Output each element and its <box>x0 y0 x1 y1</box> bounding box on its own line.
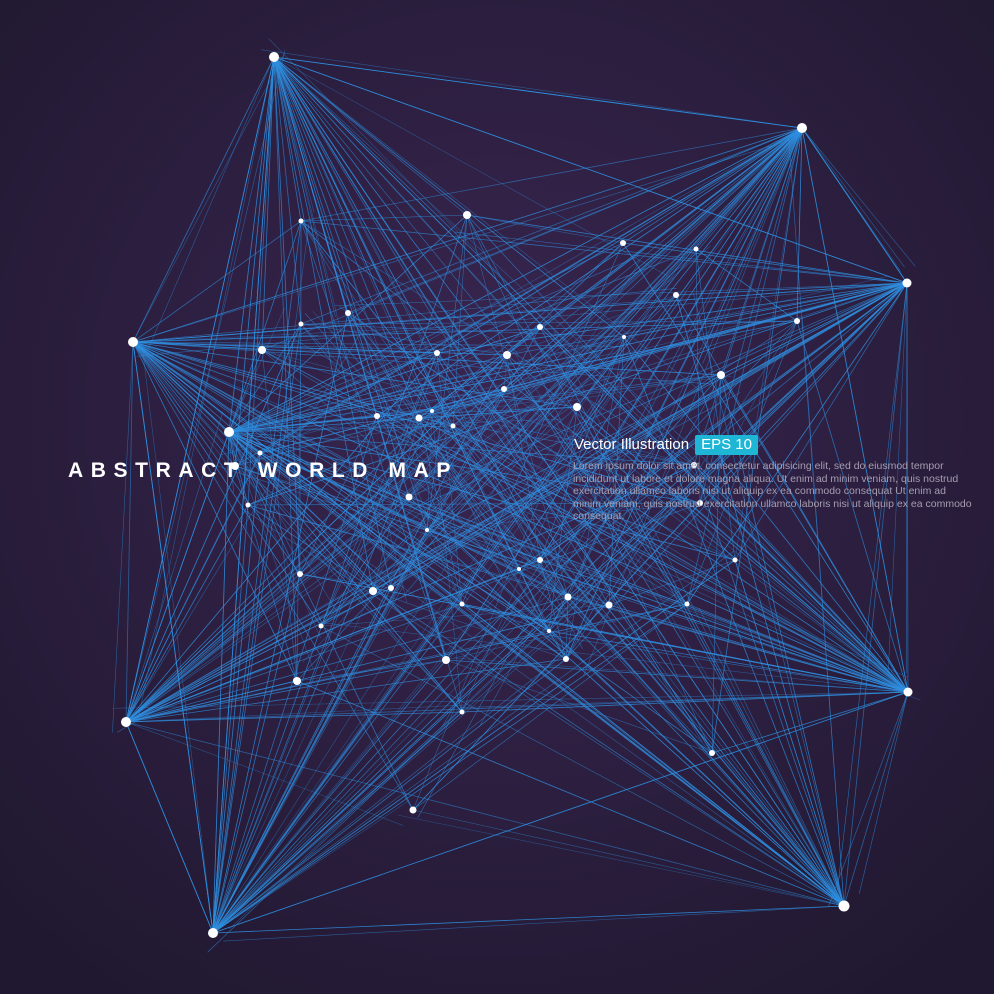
eps-badge: EPS 10 <box>695 435 758 455</box>
network-node <box>684 601 690 607</box>
network-node <box>388 585 394 591</box>
hub-node <box>224 427 234 437</box>
hub-node <box>902 278 912 288</box>
network-node <box>245 502 251 508</box>
network-node <box>794 318 800 324</box>
network-node <box>450 423 456 429</box>
network-node <box>620 240 626 246</box>
network-node <box>564 593 572 601</box>
network-node <box>732 557 738 563</box>
network-node <box>298 218 304 224</box>
network-node <box>258 346 266 354</box>
body-text: Lorem ipsum dolor sit amet, consectetur … <box>573 460 972 523</box>
network-node <box>415 414 423 422</box>
network-node <box>369 587 377 595</box>
hub-node <box>128 337 138 347</box>
network-node <box>605 601 613 609</box>
network-node <box>463 211 471 219</box>
network-node <box>434 350 440 356</box>
network-node <box>257 450 263 456</box>
hub-node <box>797 123 807 133</box>
network-node <box>409 806 417 814</box>
network-node <box>318 623 324 629</box>
network-node <box>345 310 351 316</box>
network-node <box>717 371 725 379</box>
hub-node <box>903 687 913 697</box>
hub-node <box>121 717 131 727</box>
network-node <box>459 709 465 715</box>
network-node <box>430 409 434 413</box>
network-node <box>547 629 551 633</box>
network-node <box>537 557 543 563</box>
network-node <box>503 351 511 359</box>
network-node <box>673 292 679 298</box>
network-node <box>693 246 699 252</box>
network-node <box>573 403 581 411</box>
subtitle-row: Vector Illustration EPS 10 <box>574 433 758 457</box>
main-title: ABSTRACT WORLD MAP <box>68 459 458 482</box>
network-node <box>442 656 450 664</box>
network-node <box>622 335 626 339</box>
hub-node <box>208 928 218 938</box>
network-node <box>709 750 715 756</box>
hub-node <box>838 900 850 912</box>
network-node <box>537 324 543 330</box>
hub-node <box>269 52 279 62</box>
network-node <box>563 656 569 662</box>
network-node <box>459 601 465 607</box>
network-node <box>517 567 521 571</box>
network-node <box>501 386 507 392</box>
network-node <box>297 571 303 577</box>
network-node <box>405 493 413 501</box>
network-node <box>293 677 301 685</box>
subtitle: Vector Illustration <box>574 436 690 453</box>
network-node <box>425 528 429 532</box>
network-node <box>374 413 380 419</box>
network-node <box>298 321 304 327</box>
